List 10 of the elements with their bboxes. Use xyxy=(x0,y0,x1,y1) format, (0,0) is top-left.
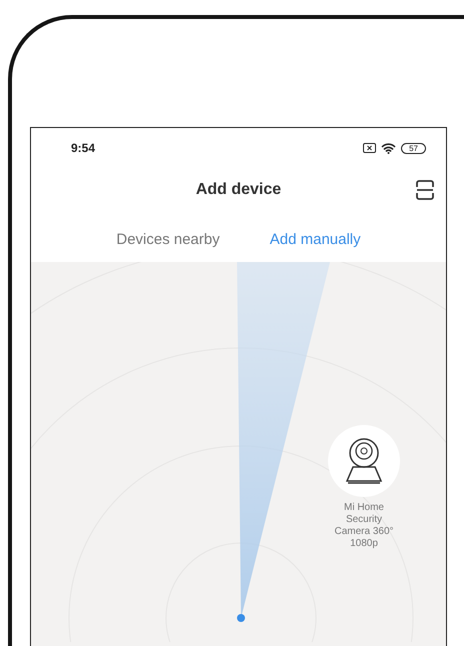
battery-level: 57 xyxy=(401,142,426,154)
scan-icon[interactable] xyxy=(416,180,434,200)
status-time: 9:54 xyxy=(71,141,96,155)
camera-icon xyxy=(344,436,384,486)
tab[interactable]: Devices nearby xyxy=(116,230,220,248)
device-name: Mi Home Security Camera 360° 1080p xyxy=(333,502,395,550)
wifi-icon xyxy=(381,142,396,154)
page-title: Add device xyxy=(196,181,282,199)
sim-icon xyxy=(363,143,376,153)
tab[interactable]: Add manually xyxy=(270,230,361,248)
